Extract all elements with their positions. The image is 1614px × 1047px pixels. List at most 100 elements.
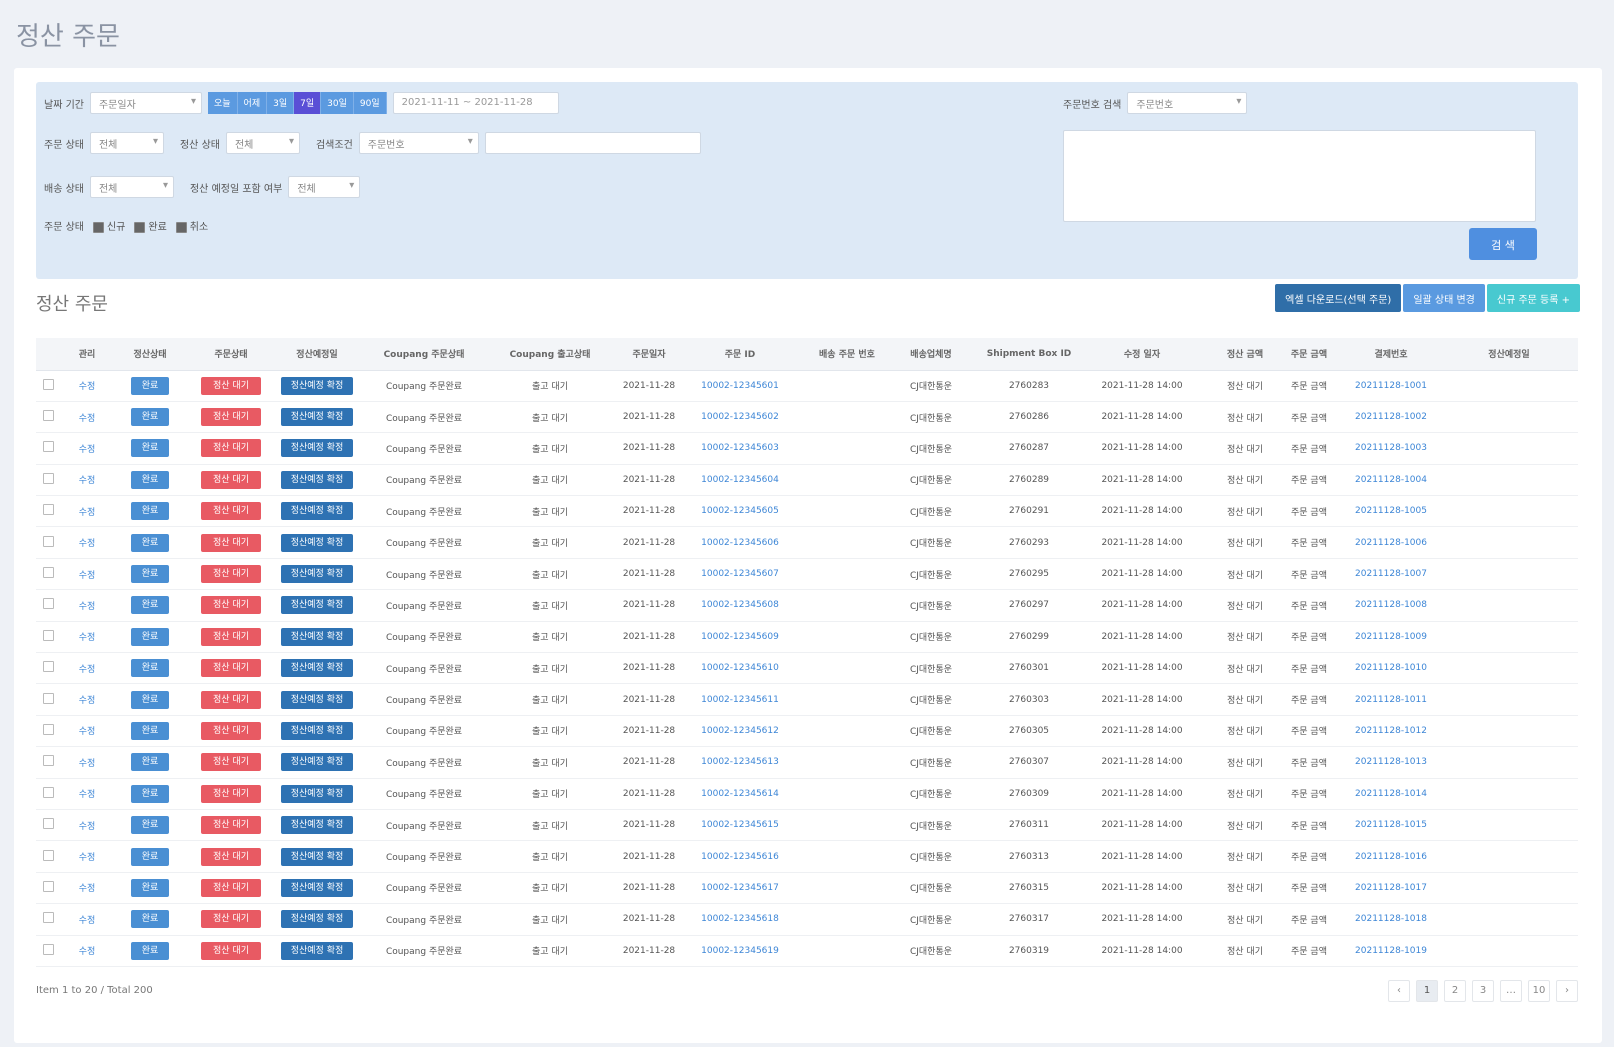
- table-row[interactable]: 수정 완료 정산 대기 정산예정 확정 Coupang 주문완료 출고 대기 2021-11…: [36, 401, 1578, 434]
- row-checkbox[interactable]: [42, 818, 54, 830]
- date-range-input[interactable]: 2021-11-11 ~ 2021-11-28: [392, 92, 559, 114]
- column-header[interactable]: 주문 금액: [1276, 338, 1342, 371]
- register-button[interactable]: 신규 주문 등록 +: [1486, 284, 1580, 312]
- excel-download-button[interactable]: 엑셀 다운로드(선택 주문): [1275, 284, 1402, 312]
- table-row[interactable]: 수정 완료 정산 대기 정산예정 확정 Coupang 주문완료 출고 대기 2021-11…: [36, 589, 1578, 622]
- payment-no-link[interactable]: 20211128-1004: [1342, 464, 1440, 497]
- edit-link[interactable]: 수정: [60, 526, 114, 559]
- page-button[interactable]: …: [1500, 980, 1522, 1002]
- column-header[interactable]: Coupang 출고상태: [490, 338, 610, 371]
- settle-status-badge[interactable]: 완료: [131, 502, 169, 521]
- payment-no-link[interactable]: 20211128-1003: [1342, 432, 1440, 465]
- settle-date-badge[interactable]: 정산예정 확정: [281, 376, 353, 395]
- order-id-link[interactable]: 10002-12345612: [688, 715, 792, 748]
- order-status-select[interactable]: 전체: [89, 132, 164, 154]
- page-button[interactable]: 2: [1444, 980, 1466, 1002]
- edit-link[interactable]: 수정: [60, 558, 114, 591]
- payment-no-link[interactable]: 20211128-1017: [1342, 872, 1440, 905]
- order-id-link[interactable]: 10002-12345616: [688, 840, 792, 873]
- settle-date-badge[interactable]: 정산예정 확정: [281, 627, 353, 646]
- column-header[interactable]: [36, 338, 60, 371]
- row-checkbox[interactable]: [42, 378, 54, 390]
- page-button[interactable]: ›: [1556, 980, 1578, 1002]
- row-checkbox[interactable]: [42, 912, 54, 924]
- payment-no-link[interactable]: 20211128-1009: [1342, 621, 1440, 654]
- search-button[interactable]: 검 색: [1469, 228, 1537, 260]
- payment-no-link[interactable]: 20211128-1015: [1342, 809, 1440, 842]
- order-no-search-select[interactable]: 주문번호: [1127, 92, 1248, 114]
- payment-no-link[interactable]: 20211128-1019: [1342, 935, 1440, 967]
- edit-link[interactable]: 수정: [60, 589, 114, 622]
- order-id-link[interactable]: 10002-12345610: [688, 652, 792, 685]
- row-checkbox[interactable]: [42, 692, 54, 704]
- table-row[interactable]: 수정 완료 정산 대기 정산예정 확정 Coupang 주문완료 출고 대기 2021-11…: [36, 809, 1578, 842]
- settle-date-badge[interactable]: 정산예정 확정: [281, 470, 353, 489]
- settle-date-badge[interactable]: 정산예정 확정: [281, 816, 353, 835]
- column-header[interactable]: 주문일자: [610, 338, 688, 371]
- payment-no-link[interactable]: 20211128-1013: [1342, 746, 1440, 779]
- settle-date-badge[interactable]: 정산예정 확정: [281, 408, 353, 427]
- settle-status-badge[interactable]: 완료: [131, 470, 169, 489]
- order-id-link[interactable]: 10002-12345618: [688, 903, 792, 936]
- order-id-link[interactable]: 10002-12345614: [688, 778, 792, 810]
- edit-link[interactable]: 수정: [60, 778, 114, 810]
- table-row[interactable]: 수정 완료 정산 대기 정산예정 확정 Coupang 주문완료 출고 대기 2021-11…: [36, 935, 1578, 967]
- row-checkbox[interactable]: [42, 535, 54, 547]
- edit-link[interactable]: 수정: [60, 903, 114, 936]
- period-select[interactable]: 주문일자: [89, 92, 202, 114]
- settle-date-badge[interactable]: 정산예정 확정: [281, 533, 353, 552]
- order-status-badge[interactable]: 정산 대기: [201, 941, 261, 960]
- column-header[interactable]: 정산상태: [114, 338, 186, 371]
- order-id-link[interactable]: 10002-12345606: [688, 526, 792, 559]
- date-pill[interactable]: 30일: [321, 92, 354, 114]
- order-status-badge[interactable]: 정산 대기: [201, 533, 261, 552]
- delivery-status-select[interactable]: 전체: [89, 176, 174, 198]
- settle-date-badge[interactable]: 정산예정 확정: [281, 847, 353, 866]
- row-checkbox[interactable]: [42, 723, 54, 735]
- order-id-link[interactable]: 10002-12345611: [688, 683, 792, 716]
- checkbox-icon[interactable]: [92, 221, 104, 233]
- order-id-link[interactable]: 10002-12345617: [688, 872, 792, 905]
- row-checkbox[interactable]: [42, 629, 54, 641]
- column-header[interactable]: [1200, 338, 1214, 371]
- payment-no-link[interactable]: 20211128-1002: [1342, 401, 1440, 434]
- table-row[interactable]: 수정 완료 정산 대기 정산예정 확정 Coupang 주문완료 출고 대기 2021-11…: [36, 432, 1578, 465]
- column-header[interactable]: 결제번호: [1342, 338, 1440, 371]
- column-header[interactable]: 주문 ID: [688, 338, 792, 371]
- order-id-link[interactable]: 10002-12345601: [688, 370, 792, 402]
- settle-date-badge[interactable]: 정산예정 확정: [281, 753, 353, 772]
- payment-no-link[interactable]: 20211128-1010: [1342, 652, 1440, 685]
- order-status-badge[interactable]: 정산 대기: [201, 470, 261, 489]
- settle-date-badge[interactable]: 정산예정 확정: [281, 439, 353, 458]
- order-status-badge[interactable]: 정산 대기: [201, 659, 261, 678]
- settle-status-badge[interactable]: 완료: [131, 721, 169, 740]
- order-status-badge[interactable]: 정산 대기: [201, 690, 261, 709]
- table-row[interactable]: 수정 완료 정산 대기 정산예정 확정 Coupang 주문완료 출고 대기 2021-11…: [36, 558, 1578, 591]
- payment-no-link[interactable]: 20211128-1008: [1342, 589, 1440, 622]
- order-status-badge[interactable]: 정산 대기: [201, 847, 261, 866]
- column-header[interactable]: Shipment Box ID: [974, 338, 1084, 371]
- edit-link[interactable]: 수정: [60, 935, 114, 967]
- date-pill[interactable]: 7일: [294, 92, 322, 114]
- page-button[interactable]: 10: [1528, 980, 1550, 1002]
- settle-date-badge[interactable]: 정산예정 확정: [281, 565, 353, 584]
- order-status-badge[interactable]: 정산 대기: [201, 784, 261, 803]
- settle-status-badge[interactable]: 완료: [131, 847, 169, 866]
- row-checkbox[interactable]: [42, 472, 54, 484]
- edit-link[interactable]: 수정: [60, 683, 114, 716]
- order-id-link[interactable]: 10002-12345619: [688, 935, 792, 967]
- row-checkbox[interactable]: [42, 786, 54, 798]
- table-row[interactable]: 수정 완료 정산 대기 정산예정 확정 Coupang 주문완료 출고 대기 2021-11…: [36, 652, 1578, 685]
- order-id-link[interactable]: 10002-12345609: [688, 621, 792, 654]
- settle-status-badge[interactable]: 완료: [131, 690, 169, 709]
- table-row[interactable]: 수정 완료 정산 대기 정산예정 확정 Coupang 주문완료 출고 대기 2021-11…: [36, 495, 1578, 528]
- order-status-badge[interactable]: 정산 대기: [201, 878, 261, 897]
- order-status-badge[interactable]: 정산 대기: [201, 502, 261, 521]
- settle-status-badge[interactable]: 완료: [131, 376, 169, 395]
- order-status-badge[interactable]: 정산 대기: [201, 721, 261, 740]
- settle-date-badge[interactable]: 정산예정 확정: [281, 596, 353, 615]
- order-id-link[interactable]: 10002-12345603: [688, 432, 792, 465]
- table-row[interactable]: 수정 완료 정산 대기 정산예정 확정 Coupang 주문완료 출고 대기 2021-11…: [36, 778, 1578, 810]
- payment-no-link[interactable]: 20211128-1016: [1342, 840, 1440, 873]
- settle-date-badge[interactable]: 정산예정 확정: [281, 502, 353, 521]
